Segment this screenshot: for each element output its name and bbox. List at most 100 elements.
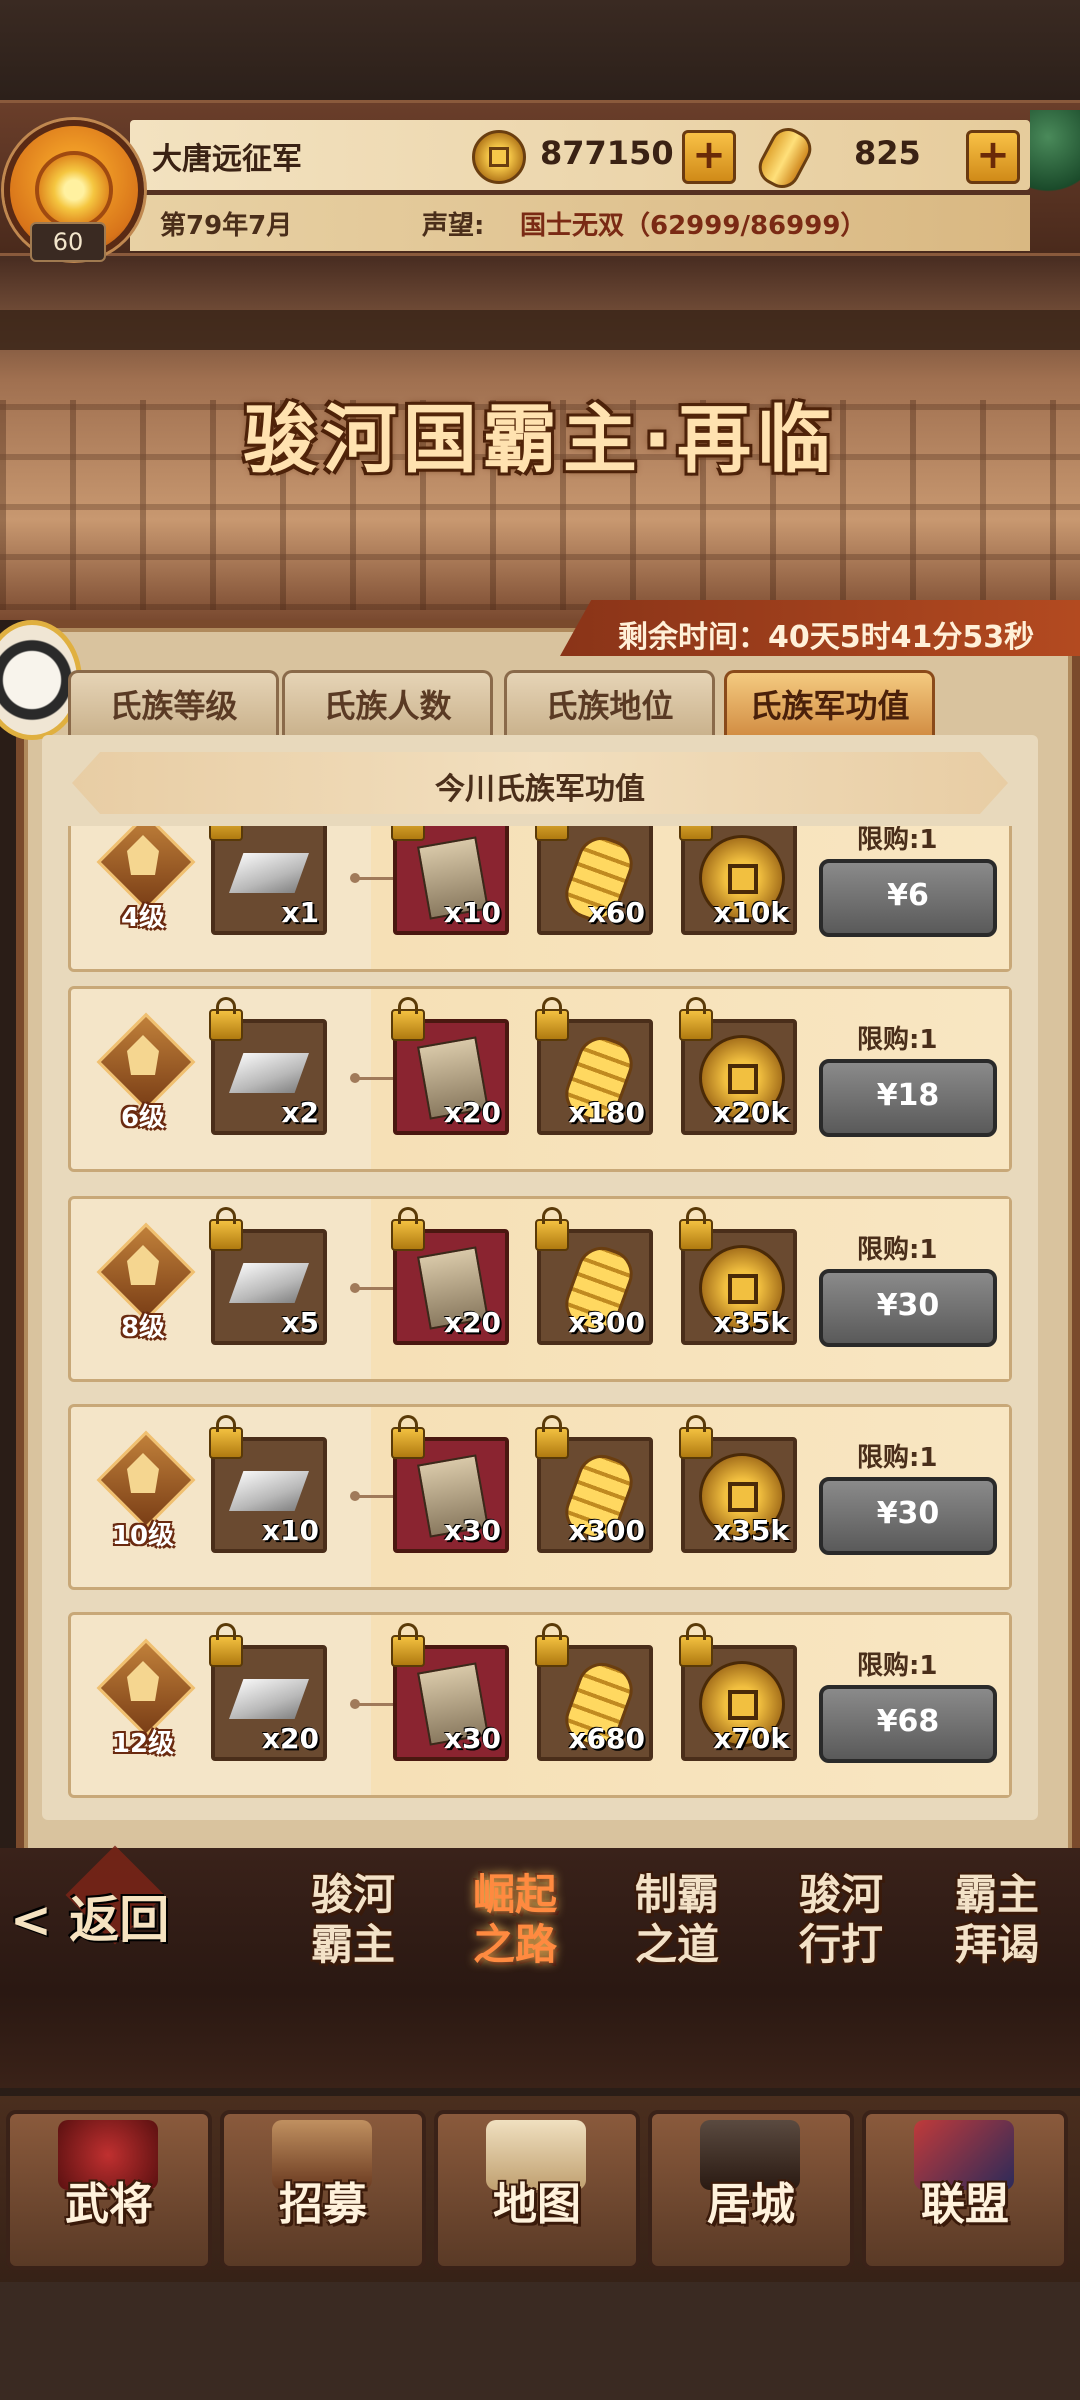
clan-crest-icon [35,151,113,229]
reward-qty: x20 [443,1096,501,1129]
reward-qty: x300 [568,1514,645,1547]
lock-icon [535,1207,569,1251]
reward-qty: x680 [568,1722,645,1755]
reward-row-lv10: 10级 x10 x30 x300 x35k 限购:1 ¥30 [68,1404,1012,1590]
silver-ingot-icon [229,1679,309,1719]
reward-gold[interactable]: x60 [535,826,653,935]
reward-qty: x20 [261,1722,319,1755]
tab-clan-level[interactable]: 氏族等级 [68,670,279,739]
reward-coin[interactable]: x20k [679,997,797,1135]
reward-gold[interactable]: x300 [535,1415,653,1553]
subnav-junhe-action[interactable]: 骏河 行打 [766,1870,916,2000]
lock-icon [679,1415,713,1459]
reward-scroll[interactable]: x20 [391,997,509,1135]
reward-gold[interactable]: x180 [535,997,653,1135]
remaining-time: 剩余时间：40天5时41分53秒 [618,620,1035,655]
bottom-nav-label: 居城 [707,2179,795,2230]
reward-qty: x10 [261,1514,319,1547]
subnav-dominion-way[interactable]: 制霸 之道 [602,1870,752,2000]
reward-qty: x20k [713,1096,789,1129]
tab-clan-merit[interactable]: 氏族军功值 [724,670,935,739]
copper-coin-icon [472,130,526,184]
silver-ingot-icon [229,853,309,893]
background-beam [0,310,1080,350]
reputation-value: 国士无双（62999/86999） [520,211,867,241]
reward-coin[interactable]: x70k [679,1623,797,1761]
purchase-limit: 限购:1 [857,826,938,855]
reward-qty: x60 [587,896,645,929]
add-coins-button[interactable]: + [682,130,736,184]
reward-scroll[interactable]: x10 [391,826,509,935]
reward-scroll[interactable]: x30 [391,1623,509,1761]
rank-label: 10级 [111,1521,175,1551]
reward-qty: x35k [713,1514,789,1547]
lock-icon [391,1207,425,1251]
lock-icon [679,826,713,841]
purchase-limit: 限购:1 [857,1443,938,1473]
reward-row-lv12: 12级 x20 x30 x680 x70k 限购:1 ¥68 [68,1612,1012,1798]
lock-icon [679,1207,713,1251]
reward-gold[interactable]: x680 [535,1623,653,1761]
lock-icon [679,1623,713,1667]
rank-label: 6级 [120,1103,166,1133]
reward-qty: x35k [713,1306,789,1339]
reward-silver[interactable]: x1 [209,826,327,935]
lock-icon [209,997,243,1041]
buy-button[interactable]: ¥30 [819,1477,997,1555]
lock-icon [391,1415,425,1459]
add-ingots-button[interactable]: + [966,130,1020,184]
subnav-lord-audience[interactable]: 霸主 拜谒 [922,1870,1072,2000]
reward-coin[interactable]: x35k [679,1415,797,1553]
lock-icon [535,1623,569,1667]
reward-coin[interactable]: x10k [679,826,797,935]
section-title: 今川氏族军功值 [435,772,645,807]
buy-button[interactable]: ¥18 [819,1059,997,1137]
buy-button[interactable]: ¥6 [819,859,997,937]
lock-icon [209,1415,243,1459]
rank-label: 4级 [120,903,166,933]
tab-clan-members[interactable]: 氏族人数 [282,670,493,739]
silver-ingot-icon [229,1263,309,1303]
reward-qty: x10 [443,896,501,929]
bottom-nav-label: 地图 [493,2179,581,2230]
rank-label: 12级 [111,1729,175,1759]
back-button[interactable]: < 返回 [10,1880,169,1952]
reward-list[interactable]: 4级 x1 x10 x60 x10k 限购:1 ¥6 6级 x2 x20 x18… [68,826,1012,1810]
reward-coin[interactable]: x35k [679,1207,797,1345]
bottom-strip [0,2282,1080,2400]
silver-ingot-icon [229,1471,309,1511]
lock-icon [391,826,425,841]
reward-silver[interactable]: x5 [209,1207,327,1345]
reward-row-lv8: 8级 x5 x20 x300 x35k 限购:1 ¥30 [68,1196,1012,1382]
subnav-rise-path[interactable]: 崛起 之路 [440,1870,590,2000]
lock-icon [535,1415,569,1459]
buy-button[interactable]: ¥68 [819,1685,997,1763]
reward-qty: x70k [713,1722,789,1755]
game-date: 第79年7月 [160,211,293,241]
lock-icon [535,826,569,841]
reputation-label: 声望: [422,211,485,241]
lock-icon [391,1623,425,1667]
reward-row-lv4: 4级 x1 x10 x60 x10k 限购:1 ¥6 [68,826,1012,972]
reward-gold[interactable]: x300 [535,1207,653,1345]
reward-scroll[interactable]: x30 [391,1415,509,1553]
bottom-nav-label: 武将 [65,2179,153,2230]
reward-silver[interactable]: x20 [209,1623,327,1761]
reward-qty: x5 [281,1306,319,1339]
subnav-junhe-lord[interactable]: 骏河 霸主 [278,1870,428,2000]
reward-scroll[interactable]: x20 [391,1207,509,1345]
bottom-nav-label: 招募 [279,2179,367,2230]
purchase-limit: 限购:1 [857,1235,938,1265]
reward-silver[interactable]: x2 [209,997,327,1135]
tab-clan-status[interactable]: 氏族地位 [504,670,715,739]
lock-icon [535,997,569,1041]
buy-button[interactable]: ¥30 [819,1269,997,1347]
reward-silver[interactable]: x10 [209,1415,327,1553]
coin-balance: 877150 [540,134,674,172]
lock-icon [209,1623,243,1667]
rank-label: 8级 [120,1313,166,1343]
lock-icon [209,826,243,841]
pine-tree-decoration [1030,110,1080,200]
clan-name: 大唐远征军 [152,142,302,177]
reward-qty: x2 [281,1096,319,1129]
